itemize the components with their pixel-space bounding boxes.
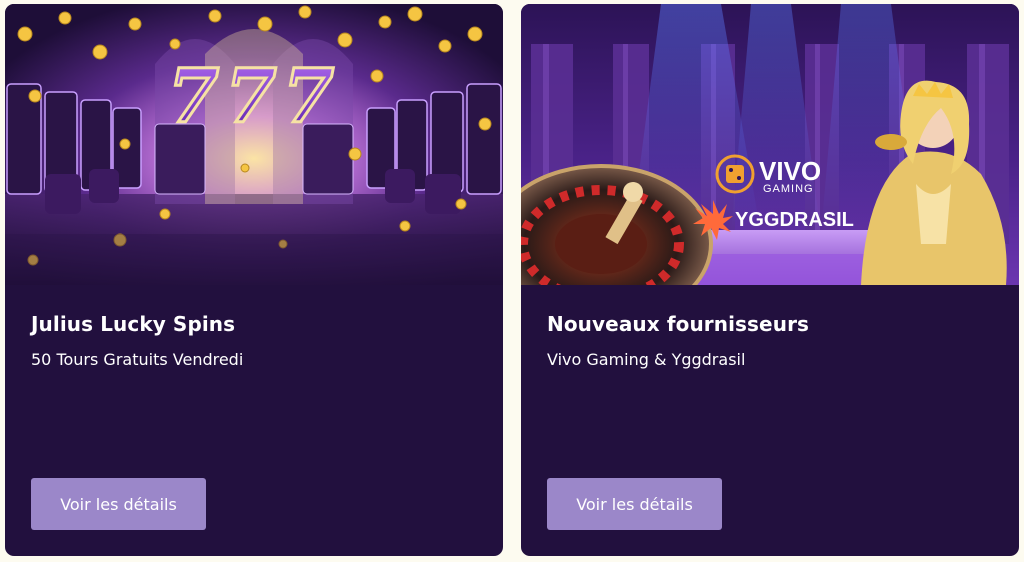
gaming-logo-text: GAMING	[763, 183, 814, 195]
promo-subtitle: Vivo Gaming & Yggdrasil	[547, 350, 746, 369]
promo-title: Julius Lucky Spins	[31, 312, 236, 336]
lucky-777-text: 777	[168, 54, 340, 140]
view-details-button[interactable]: Voir les détails	[547, 478, 722, 530]
slot-hall-illustration: 777	[5, 4, 503, 285]
new-providers-image[interactable]: VIVO GAMING YGGDRASIL	[521, 4, 1019, 285]
view-details-button[interactable]: Voir les détails	[31, 478, 206, 530]
vivo-logo-text: VIVO	[759, 156, 821, 186]
promotions-grid: 777 Julius Lucky Spins 50 Tours Gratuits…	[0, 0, 1024, 562]
providers-illustration: VIVO GAMING YGGDRASIL	[521, 4, 1019, 285]
promo-subtitle: 50 Tours Gratuits Vendredi	[31, 350, 244, 369]
yggdrasil-logo-text: YGGDRASIL	[735, 209, 854, 231]
promo-card-julius-lucky-spins[interactable]: 777 Julius Lucky Spins 50 Tours Gratuits…	[5, 4, 503, 556]
slot-machine-hall-image[interactable]: 777	[5, 4, 503, 285]
promo-card-new-providers[interactable]: VIVO GAMING YGGDRASIL Nouveaux fournisse…	[521, 4, 1019, 556]
promo-title: Nouveaux fournisseurs	[547, 312, 810, 336]
